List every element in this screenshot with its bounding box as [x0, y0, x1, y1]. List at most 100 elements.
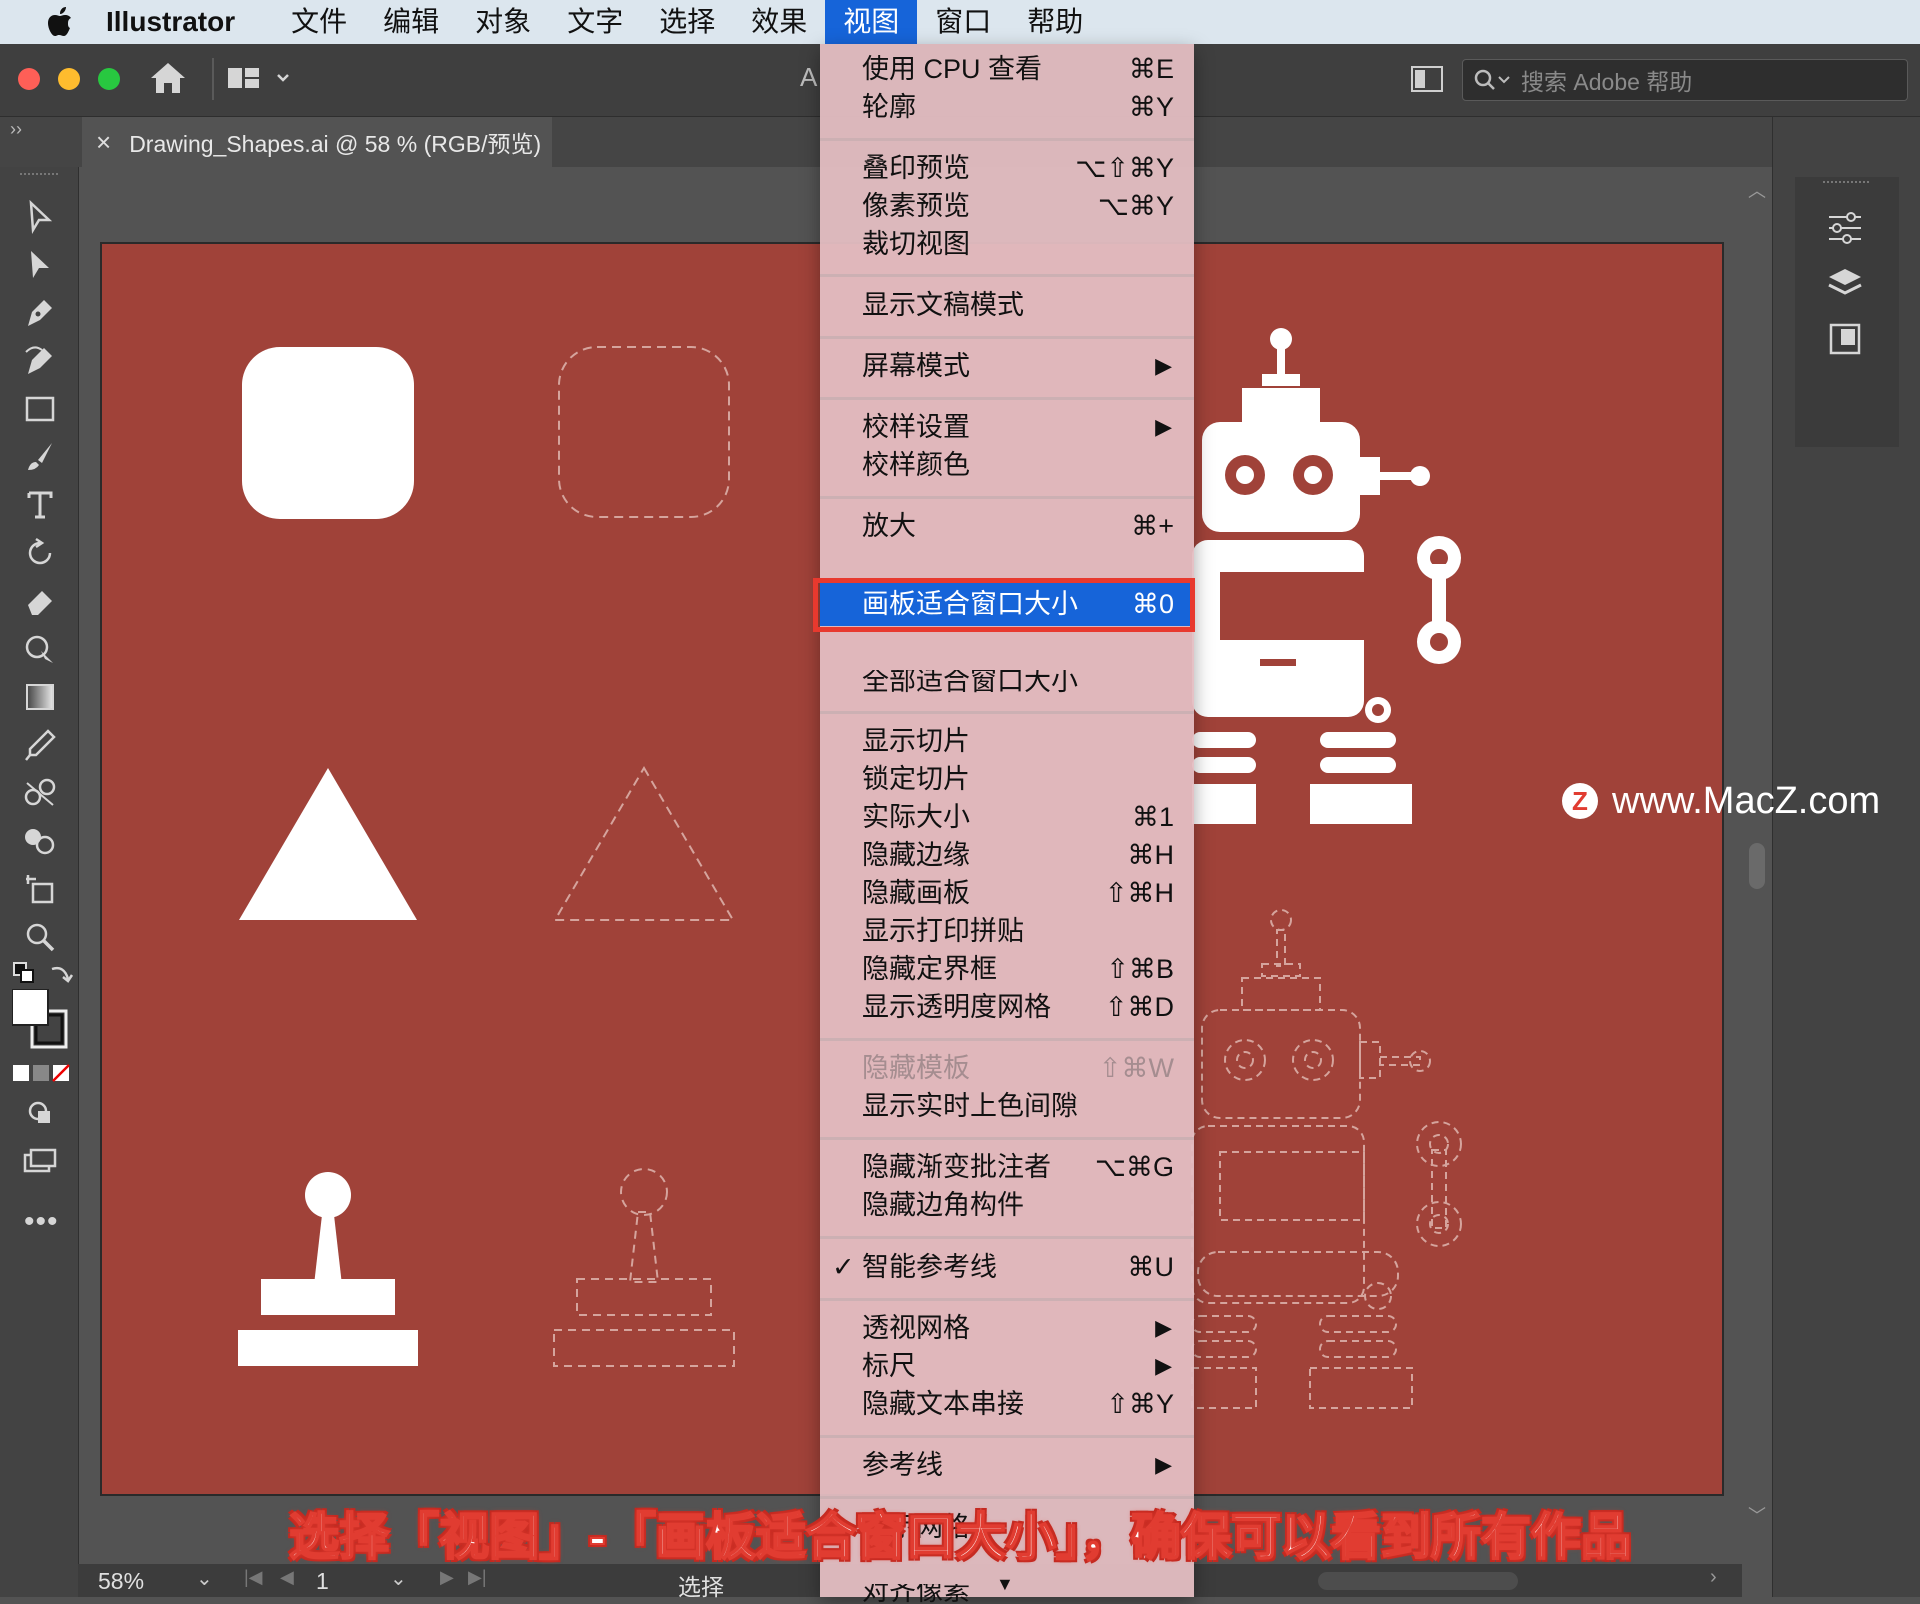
menu-separator [820, 336, 1194, 339]
libraries-icon[interactable] [1825, 319, 1865, 362]
menu-item-hide-bounding-box[interactable]: 隐藏定界框 ⇧⌘B [820, 950, 1194, 988]
menu-item-show-slices[interactable]: 显示切片 [820, 722, 1194, 760]
workspace-layout-icon[interactable] [226, 64, 292, 99]
close-window-button[interactable] [18, 68, 40, 90]
zoom-window-button[interactable] [98, 68, 120, 90]
swap-colors-icon[interactable] [48, 961, 74, 992]
robot-shape[interactable] [1192, 328, 1461, 824]
menu-item-cpu-view[interactable]: 使用 CPU 查看 ⌘E [820, 50, 1194, 88]
artboard-number-field[interactable]: 1 [316, 1568, 329, 1595]
last-artboard-icon[interactable]: ▶| [468, 1567, 487, 1588]
direct-selection-tool-icon[interactable] [20, 245, 60, 285]
rectangle-tool-icon[interactable] [20, 389, 60, 429]
minimize-window-button[interactable] [58, 68, 80, 90]
triangle-shape[interactable] [239, 768, 417, 920]
vertical-scrollbar-thumb[interactable] [1749, 843, 1765, 889]
menu-item-show-print-tiling[interactable]: 显示打印拼贴 [820, 912, 1194, 950]
menu-item-hide-text-threads[interactable]: 隐藏文本串接 ⇧⌘Y [820, 1385, 1194, 1423]
panel-toggle-icon[interactable] [1410, 64, 1444, 99]
shape-builder-tool-icon[interactable] [20, 821, 60, 861]
menu-item-outline[interactable]: 轮廓 ⌘Y [820, 88, 1194, 126]
menu-window[interactable]: 窗口 [917, 0, 1009, 44]
more-tools-icon[interactable]: ••• [24, 1205, 59, 1239]
menu-view[interactable]: 视图 [825, 0, 918, 44]
vertical-scrollbar-track[interactable]: ︿ ﹀ [1742, 167, 1772, 1537]
eyedropper-tool-icon[interactable] [20, 725, 60, 765]
submenu-arrow-icon: ▶ [1155, 1353, 1172, 1378]
menu-item-proof-setup[interactable]: 校样设置 ▶ [820, 408, 1194, 446]
toolbar-divider [212, 58, 214, 100]
home-icon[interactable] [148, 60, 188, 101]
zoom-dropdown-icon[interactable]: ⌄ [196, 1566, 213, 1591]
apple-logo-icon[interactable] [38, 0, 82, 44]
horizontal-scrollbar-thumb[interactable] [1318, 1572, 1518, 1590]
paintbrush-tool-icon[interactable] [20, 437, 60, 477]
menu-scroll-down-icon[interactable]: ▼ [996, 1574, 1014, 1595]
menu-item-show-transparency-grid[interactable]: 显示透明度网格 ⇧⌘D [820, 988, 1194, 1026]
screen-mode-icon[interactable] [20, 1141, 60, 1181]
menu-item-guides[interactable]: 参考线 ▶ [820, 1446, 1194, 1484]
menu-item-perspective-grid[interactable]: 透视网格 ▶ [820, 1309, 1194, 1347]
menu-item-overprint-preview[interactable]: 叠印预览 ⌥⇧⌘Y [820, 149, 1194, 187]
menu-item-pixel-preview[interactable]: 像素预览 ⌥⌘Y [820, 187, 1194, 225]
color-mode-icons[interactable] [12, 1063, 70, 1088]
menu-item-actual-size[interactable]: 实际大小 ⌘1 [820, 798, 1194, 836]
blend-tool-icon[interactable] [20, 773, 60, 813]
expand-toolbar-icon[interactable]: ›› [10, 119, 22, 140]
menu-item-smart-guides[interactable]: ✓ 智能参考线 ⌘U [820, 1248, 1194, 1286]
puppet-warp-tool-icon[interactable] [20, 629, 60, 669]
menu-type[interactable]: 文字 [549, 0, 641, 44]
next-artboard-icon[interactable]: ▶ [440, 1567, 454, 1588]
gradient-tool-icon[interactable] [20, 677, 60, 717]
menu-separator [820, 1435, 1194, 1438]
menu-item-show-live-paint-gaps[interactable]: 显示实时上色间隙 [820, 1087, 1194, 1125]
toolbar-grip[interactable] [20, 173, 58, 179]
menu-item-zoom-in[interactable]: 放大 ⌘+ [820, 507, 1194, 545]
selection-tool-icon[interactable] [20, 197, 60, 237]
menu-item-hide-template: 隐藏模板 ⇧⌘W [862, 1053, 1174, 1083]
menu-item-hide-edges[interactable]: 隐藏边缘 ⌘H [820, 836, 1194, 874]
previous-artboard-icon[interactable]: ◀ [280, 1567, 294, 1588]
type-tool-icon[interactable] [20, 485, 60, 525]
joystick-shape[interactable] [238, 1172, 418, 1366]
artboard-dropdown-icon[interactable]: ⌄ [390, 1566, 407, 1591]
search-help-input[interactable]: 搜索 Adobe 帮助 [1462, 59, 1908, 101]
tutorial-caption: 选择「视图」-「画板适合窗口大小」，确保可以看到所有作品 [288, 1508, 1632, 1566]
default-colors-icon[interactable] [12, 961, 38, 992]
zoom-level-field[interactable]: 58% [98, 1568, 144, 1595]
eraser-tool-icon[interactable] [20, 581, 60, 621]
menu-select[interactable]: 选择 [641, 0, 733, 44]
menu-file[interactable]: 文件 [273, 0, 365, 44]
document-tab[interactable]: × Drawing_Shapes.ai @ 58 % (RGB/预览) [82, 117, 552, 167]
menu-item-rulers[interactable]: 标尺 ▶ [820, 1347, 1194, 1385]
rotate-tool-icon[interactable] [20, 533, 60, 573]
zoom-tool-icon[interactable] [20, 917, 60, 957]
app-menu-illustrator[interactable]: Illustrator [106, 6, 235, 38]
first-artboard-icon[interactable]: |◀ [244, 1567, 263, 1588]
menu-effect[interactable]: 效果 [733, 0, 825, 44]
scroll-right-icon[interactable]: › [1710, 1566, 1717, 1589]
menu-item-proof-colors[interactable]: 校样颜色 [820, 446, 1194, 484]
artboard-tool-icon[interactable] [20, 869, 60, 909]
menu-item-presentation-mode[interactable]: 显示文稿模式 [820, 286, 1194, 324]
menu-item-screen-mode[interactable]: 屏幕模式 ▶ [820, 347, 1194, 385]
curvature-tool-icon[interactable] [20, 341, 60, 381]
draw-mode-icon[interactable] [20, 1093, 60, 1133]
menu-item-lock-slices[interactable]: 锁定切片 [820, 760, 1194, 798]
menu-help[interactable]: 帮助 [1009, 0, 1101, 44]
properties-icon[interactable] [1825, 209, 1865, 252]
menu-item-trim-view[interactable]: 裁切视图 [820, 225, 1194, 263]
panel-grip[interactable] [1823, 181, 1869, 187]
menu-object[interactable]: 对象 [457, 0, 549, 44]
pen-tool-icon[interactable] [20, 293, 60, 333]
menu-item-hide-artboards[interactable]: 隐藏画板 ⇧⌘H [820, 874, 1194, 912]
menu-item-hide-corner-widget[interactable]: 隐藏边角构件 [820, 1186, 1194, 1224]
menu-item-fit-all-in-window[interactable]: 全部适合窗口大小 [820, 670, 1194, 704]
close-tab-icon[interactable]: × [96, 127, 111, 158]
fill-stroke-swatches[interactable] [11, 988, 70, 1056]
scroll-up-icon[interactable]: ︿ [1748, 177, 1766, 203]
menu-item-hide-gradient-annotator[interactable]: 隐藏渐变批注者 ⌥⌘G [820, 1148, 1194, 1186]
menu-edit[interactable]: 编辑 [365, 0, 457, 44]
layers-icon[interactable] [1825, 265, 1865, 308]
rounded-square-shape[interactable] [242, 347, 414, 519]
